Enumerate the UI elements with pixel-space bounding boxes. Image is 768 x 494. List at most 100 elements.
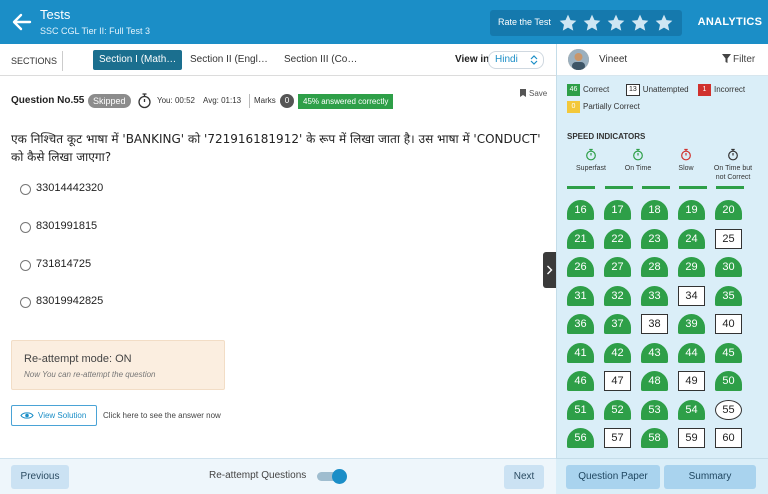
speed-superfast: Superfast (569, 148, 613, 173)
question-number-button[interactable]: 50 (715, 371, 742, 391)
radio-button[interactable] (20, 297, 31, 308)
radio-button[interactable] (20, 222, 31, 233)
star-icon[interactable] (558, 13, 578, 33)
question-number-button[interactable]: 19 (678, 200, 705, 220)
question-number-button[interactable]: 55 (715, 399, 742, 420)
speed-bar (679, 186, 707, 189)
question-number-button[interactable]: 37 (604, 314, 631, 334)
stopwatch-icon (138, 93, 151, 109)
question-number-button[interactable]: 51 (567, 399, 594, 420)
unattempted-label: Unattempted (642, 85, 689, 95)
question-number-button[interactable]: 60 (715, 428, 742, 448)
speed-label: On Time but not Correct (713, 165, 753, 181)
question-number-button[interactable]: 42 (604, 342, 631, 363)
question-number-button[interactable]: 52 (604, 399, 631, 420)
speed-slow: Slow (664, 148, 708, 173)
question-palette-panel: Vineet Filter 46 Correct 13 Unattempted 1I… (556, 44, 768, 494)
speed-bar (605, 186, 633, 189)
question-number-button[interactable]: 22 (604, 228, 631, 249)
unattempted-count: 13 (626, 84, 640, 96)
star-icon[interactable] (582, 13, 602, 33)
average-time: Avg: 01:13 (203, 96, 242, 105)
question-paper-button[interactable]: Question Paper (566, 465, 660, 489)
question-number-button[interactable]: 47 (604, 371, 631, 391)
reattempt-title: Re-attempt mode: ON (24, 353, 132, 365)
question-number-button[interactable]: 27 (604, 257, 631, 277)
question-number-button[interactable]: 25 (715, 228, 742, 249)
question-number-button[interactable]: 32 (604, 285, 631, 306)
question-number-button[interactable]: 30 (715, 257, 742, 277)
question-number-button[interactable]: 28 (641, 257, 668, 277)
question-number-button[interactable]: 35 (715, 285, 742, 306)
question-number-button[interactable]: 57 (604, 428, 631, 448)
answered-correctly-badge: 45% answered correctly (298, 94, 394, 109)
question-number-button[interactable]: 44 (678, 342, 705, 363)
question-number-button[interactable]: 53 (641, 399, 668, 420)
question-meta: Question No.55 Skipped You: 00:52 Avg: 0… (0, 76, 556, 116)
language-select[interactable]: Hindi (488, 51, 544, 69)
question-number-button[interactable]: 33 (641, 285, 668, 306)
question-number-button[interactable]: 17 (604, 200, 631, 220)
view-solution-button[interactable]: View Solution (11, 405, 97, 426)
question-number-button[interactable]: 58 (641, 428, 668, 448)
test-name: SSC CGL Tier II: Full Test 3 (40, 26, 151, 36)
question-number-button[interactable]: 24 (678, 228, 705, 249)
page-title: Tests (40, 7, 71, 22)
legend-unattempted: 13 Unattempted (626, 84, 689, 96)
question-number-button[interactable]: 38 (641, 314, 668, 334)
option-text: 33014442320 (36, 182, 104, 194)
star-icon[interactable] (630, 13, 650, 33)
summary-button[interactable]: Summary (664, 465, 756, 489)
speed-label: Superfast (576, 165, 606, 172)
language-value: Hindi (495, 54, 518, 65)
legend-partial: 0 Partially Correct (567, 101, 640, 113)
next-button[interactable]: Next (504, 465, 544, 489)
rate-test-panel: Rate the Test (490, 10, 682, 36)
question-number-button[interactable]: 16 (567, 200, 594, 220)
question-number-button[interactable]: 40 (715, 314, 742, 334)
stopwatch-icon (633, 148, 643, 161)
question-number-button[interactable]: 29 (678, 257, 705, 277)
question-number-button[interactable]: 31 (567, 285, 594, 306)
star-icon[interactable] (654, 13, 674, 33)
tab-section-3[interactable]: Section III (Co… (278, 50, 363, 70)
question-number-button[interactable]: 39 (678, 314, 705, 334)
radio-button[interactable] (20, 260, 31, 271)
question-number-button[interactable]: 46 (567, 371, 594, 391)
star-icon[interactable] (606, 13, 626, 33)
stopwatch-icon (681, 148, 691, 161)
question-number-button[interactable]: 41 (567, 342, 594, 363)
question-number-button[interactable]: 23 (641, 228, 668, 249)
question-number-button[interactable]: 56 (567, 428, 594, 448)
question-number-button[interactable]: 54 (678, 399, 705, 420)
question-number-button[interactable]: 48 (641, 371, 668, 391)
question-number-button[interactable]: 43 (641, 342, 668, 363)
question-number-button[interactable]: 45 (715, 342, 742, 363)
filter-button[interactable]: Filter (722, 54, 755, 65)
tab-section-2[interactable]: Section II (Engl… (184, 50, 274, 70)
back-arrow-icon[interactable] (10, 10, 34, 34)
speed-label: On Time (624, 165, 652, 172)
question-number-button[interactable]: 20 (715, 200, 742, 220)
question-number-button[interactable]: 34 (678, 285, 705, 306)
avatar (568, 49, 589, 70)
question-number-button[interactable]: 26 (567, 257, 594, 277)
palette-footer: Question Paper Summary (556, 458, 768, 494)
question-number-button[interactable]: 59 (678, 428, 705, 448)
panel-collapse-handle[interactable] (543, 252, 556, 288)
question-number: Question No.55 (11, 95, 85, 106)
previous-button[interactable]: Previous (11, 465, 69, 489)
radio-button[interactable] (20, 184, 31, 195)
analytics-button[interactable]: ANALYTICS (692, 0, 768, 44)
option-text: 731814725 (36, 258, 92, 270)
question-number-button[interactable]: 18 (641, 200, 668, 220)
question-number-button[interactable]: 21 (567, 228, 594, 249)
footer-bar: Previous Re-attempt Questions Next (0, 458, 556, 494)
reattempt-subtitle: Now You can re-attempt the question (24, 370, 156, 379)
question-number-button[interactable]: 36 (567, 314, 594, 334)
tab-section-1[interactable]: Section I (Math… (93, 50, 182, 70)
speed-bar (716, 186, 744, 189)
save-button[interactable]: Save (520, 89, 547, 98)
question-number-button[interactable]: 49 (678, 371, 705, 391)
reattempt-toggle[interactable] (317, 469, 349, 484)
